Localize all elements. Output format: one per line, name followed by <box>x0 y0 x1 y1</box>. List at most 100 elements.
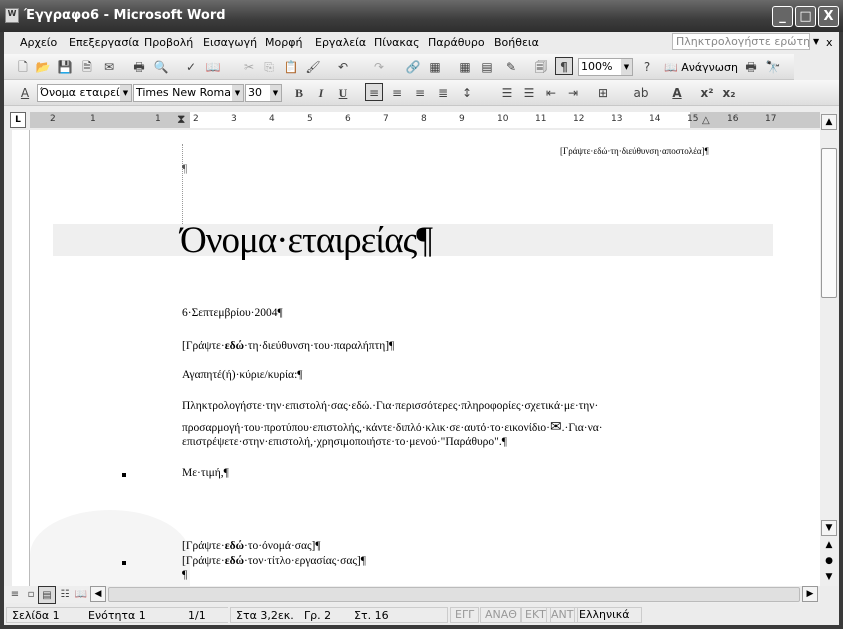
scroll-thumb[interactable] <box>821 148 837 298</box>
body-line-3[interactable]: επιστρέψετε·στην·επιστολή,·χρησιμοποιήστ… <box>182 436 507 448</box>
superscript-icon[interactable]: x² <box>698 84 716 102</box>
empty-paragraph[interactable]: ¶ <box>182 163 187 175</box>
body-line-2[interactable]: προσαρμογή·του·προτύπου·επιστολής,·κάντε… <box>182 419 603 435</box>
status-trk[interactable]: ΑΝΑΘ <box>480 607 522 623</box>
save-icon[interactable]: 💾 <box>56 58 74 76</box>
justify-icon[interactable]: ≣ <box>434 84 452 102</box>
select-browse-object-icon[interactable]: ● <box>821 554 837 570</box>
previous-page-icon[interactable]: ▲ <box>821 538 837 554</box>
menu-window[interactable]: Παράθυρο <box>428 36 485 49</box>
drawing-icon[interactable]: ✎ <box>502 58 520 76</box>
ask-dropdown-icon[interactable]: ▼ <box>813 37 819 46</box>
tab-selector[interactable]: L <box>10 112 26 128</box>
show-hide-paragraph-icon[interactable]: ¶ <box>555 57 573 75</box>
undo-icon[interactable]: ↶ <box>334 58 352 76</box>
open-icon[interactable]: 📂 <box>34 58 52 76</box>
menu-view[interactable]: Προβολή <box>144 36 193 49</box>
spelling-icon[interactable]: ✓ <box>182 58 200 76</box>
print-preview-icon[interactable]: 🔍 <box>152 58 170 76</box>
copy-icon[interactable]: ⎘ <box>260 58 278 76</box>
recipient-address[interactable]: [Γράψτε·εδώ·τη·διεύθυνση·του·παραλήπτη]¶ <box>182 340 394 352</box>
last-paragraph[interactable]: ¶ <box>182 569 187 581</box>
horizontal-scrollbar[interactable]: ≡ ▫ ▤ ☷ 📖 ◀ ▶ <box>4 586 820 604</box>
signer-name[interactable]: [Γράψτε·εδώ·το·όνομά·σας]¶ <box>182 540 321 552</box>
align-left-icon[interactable]: ≡ <box>365 83 383 101</box>
scroll-left-button[interactable]: ◀ <box>90 586 106 602</box>
research-icon[interactable]: 📖 <box>204 58 222 76</box>
salutation[interactable]: Αγαπητέ(ή)·κύριε/κυρία:¶ <box>182 369 303 381</box>
menu-insert[interactable]: Εισαγωγή <box>203 36 257 49</box>
columns-icon[interactable]: ▤ <box>478 58 496 76</box>
vertical-scrollbar[interactable]: ▲ ▼ ▲ ● ▼ <box>820 112 838 586</box>
ask-question-input[interactable]: Πληκτρολογήστε ερώτηση <box>672 33 810 50</box>
decrease-indent-icon[interactable]: ⇤ <box>542 84 560 102</box>
document-map-icon[interactable]: 🗐 <box>532 58 550 76</box>
new-icon[interactable]: 🗋 <box>14 58 32 76</box>
format-painter-icon[interactable]: 🖌 <box>304 58 322 76</box>
styles-formatting-icon[interactable]: A <box>16 84 34 102</box>
paste-icon[interactable]: 📋 <box>282 58 300 76</box>
horizontal-scroll-thumb[interactable] <box>108 587 800 602</box>
closing[interactable]: Με·τιμή,¶ <box>182 467 229 479</box>
bullets-icon[interactable]: ☰ <box>520 84 538 102</box>
sender-address[interactable]: [Γράψτε·εδώ·τη·διεύθυνση·αποστολέα]¶ <box>560 146 709 156</box>
borders-icon[interactable]: ⊞ <box>594 84 612 102</box>
signer-title[interactable]: [Γράψτε·εδώ·τον·τίτλο·εργασίας·σας]¶ <box>182 555 366 567</box>
font-select[interactable]: Times New Roman ▼ <box>133 84 244 102</box>
body-line-1[interactable]: Πληκτρολογήστε·την·επιστολή·σας·εδώ.·Για… <box>182 400 598 412</box>
email-icon[interactable]: ✉ <box>100 58 118 76</box>
hyperlink-icon[interactable]: 🔗 <box>404 58 422 76</box>
word-app-icon[interactable]: W <box>5 8 19 23</box>
style-select[interactable]: Όνομα εταιρείας ▼ <box>37 84 132 102</box>
font-color-icon[interactable]: A <box>668 84 686 102</box>
subscript-icon[interactable]: x₂ <box>720 84 738 102</box>
menu-help[interactable]: Βοήθεια <box>494 36 539 49</box>
scroll-right-button[interactable]: ▶ <box>802 586 818 602</box>
scroll-down-button[interactable]: ▼ <box>821 520 837 536</box>
print-icon[interactable]: 🖶 <box>130 58 148 76</box>
close-document-button[interactable]: x <box>826 36 833 49</box>
find-icon[interactable]: 🔭 <box>764 58 782 76</box>
menu-format[interactable]: Μορφή <box>265 36 302 49</box>
status-rec[interactable]: ΕΓΓ <box>450 607 480 623</box>
menu-table[interactable]: Πίνακας <box>374 36 420 49</box>
horizontal-ruler[interactable]: ⧗ △ 2 1 1 2 3 4 5 6 7 8 9 10 11 12 13 14 15 16 17 <box>30 112 820 128</box>
bold-button[interactable]: B <box>290 84 308 102</box>
indent-marker-icon[interactable]: ⧗ <box>177 112 185 127</box>
font-size-select[interactable]: 30 ▼ <box>245 84 282 102</box>
insert-table-icon[interactable]: ▦ <box>456 58 474 76</box>
menu-edit[interactable]: Επεξεργασία <box>69 36 139 49</box>
permission-icon[interactable]: 🗎 <box>78 58 96 76</box>
vertical-ruler[interactable] <box>12 130 30 586</box>
underline-button[interactable]: U <box>334 84 352 102</box>
minimize-button[interactable]: _ <box>772 6 793 27</box>
redo-icon[interactable]: ↷ <box>370 58 388 76</box>
tables-borders-icon[interactable]: ▦ <box>426 58 444 76</box>
right-indent-marker-icon[interactable]: △ <box>702 115 710 126</box>
print-icon-2[interactable]: 🖶 <box>742 58 760 76</box>
line-spacing-icon[interactable]: ↕ <box>458 84 476 102</box>
reading-layout-icon[interactable]: 📖 <box>72 586 90 604</box>
menu-file[interactable]: Αρχείο <box>20 36 57 49</box>
increase-indent-icon[interactable]: ⇥ <box>564 84 582 102</box>
close-button[interactable]: X <box>818 6 839 27</box>
scroll-up-button[interactable]: ▲ <box>821 114 837 130</box>
document-page[interactable]: [Γράψτε·εδώ·τη·διεύθυνση·αποστολέα]¶ ¶ Ό… <box>30 130 820 586</box>
date[interactable]: 6·Σεπτεμβρίου·2004¶ <box>182 307 283 319</box>
align-center-icon[interactable]: ≡ <box>388 84 406 102</box>
menu-tools[interactable]: Εργαλεία <box>315 36 366 49</box>
next-page-icon[interactable]: ▼ <box>821 570 837 586</box>
company-name[interactable]: Όνομα·εταιρείας¶ <box>180 219 433 262</box>
align-right-icon[interactable]: ≡ <box>411 84 429 102</box>
ruler-number: 12 <box>573 114 585 124</box>
cut-icon[interactable]: ✂ <box>240 58 258 76</box>
highlight-icon[interactable]: ab <box>632 84 650 102</box>
reading-layout-button[interactable]: 📖 Ανάγνωση <box>664 61 738 74</box>
maximize-button[interactable]: □ <box>795 6 816 27</box>
print-layout-icon[interactable]: ▤ <box>38 586 56 604</box>
zoom-select[interactable]: 100% ▼ <box>578 58 633 76</box>
envelope-icon[interactable]: ✉ <box>550 419 562 435</box>
italic-button[interactable]: I <box>312 84 330 102</box>
numbering-icon[interactable]: ☰ <box>498 84 516 102</box>
help-icon[interactable]: ? <box>638 58 656 76</box>
